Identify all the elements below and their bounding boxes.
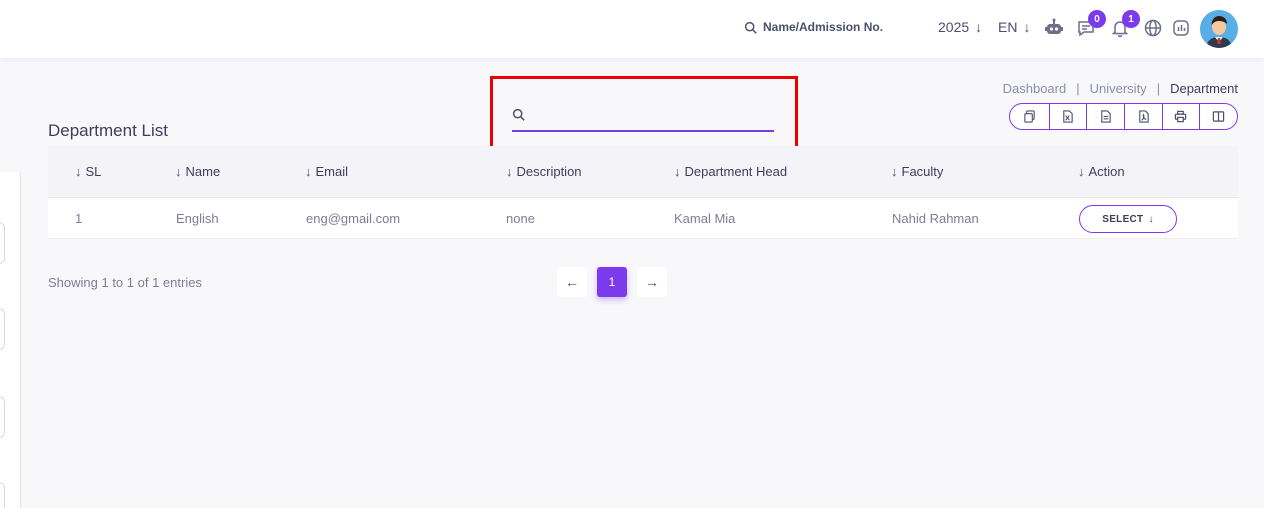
chevron-down-icon: ↓ xyxy=(1023,19,1031,35)
columns-button[interactable] xyxy=(1199,104,1237,129)
breadcrumb-separator: | xyxy=(1076,81,1080,96)
sort-arrow-icon: ↓ xyxy=(674,164,681,179)
chatbot-icon[interactable] xyxy=(1043,17,1065,39)
sort-arrow-icon: ↓ xyxy=(175,164,182,179)
cell-name: English xyxy=(176,210,219,226)
bell-icon[interactable]: 1 xyxy=(1109,10,1140,39)
columns-icon xyxy=(1212,111,1225,122)
sort-arrow-icon: ↓ xyxy=(1078,164,1085,179)
column-label: Name xyxy=(185,164,221,179)
column-action[interactable]: ↓ Action xyxy=(1078,164,1125,179)
print-button[interactable] xyxy=(1161,104,1200,129)
language-selector[interactable]: EN ↓ xyxy=(998,19,1030,35)
search-input[interactable] xyxy=(533,106,763,122)
year-value: 2025 xyxy=(938,19,970,35)
column-email[interactable]: ↓ Email xyxy=(305,164,348,179)
pdf-button[interactable] xyxy=(1123,104,1162,129)
page-title: Department List xyxy=(48,121,168,140)
page-button-current[interactable]: 1 xyxy=(597,267,627,297)
column-faculty[interactable]: ↓ Faculty xyxy=(891,164,943,179)
excel-button[interactable] xyxy=(1048,104,1087,129)
entries-info: Showing 1 to 1 of 1 entries xyxy=(48,275,202,290)
notifications-badge: 1 xyxy=(1122,10,1140,28)
print-icon xyxy=(1175,110,1187,123)
column-sl[interactable]: ↓ SL xyxy=(75,164,101,179)
breadcrumb: Dashboard | University | Department xyxy=(1003,81,1238,96)
sort-arrow-icon: ↓ xyxy=(305,164,312,179)
arrow-right-icon: → xyxy=(645,274,659,290)
export-toolbar xyxy=(1009,103,1238,130)
message-icon[interactable]: 0 xyxy=(1075,10,1106,39)
column-label: Department Head xyxy=(684,164,788,179)
cell-department-head: Kamal Mia xyxy=(674,210,736,226)
pagination: ← 1 → xyxy=(557,267,667,297)
sort-arrow-icon: ↓ xyxy=(75,164,82,179)
column-label: SL xyxy=(85,164,102,179)
column-label: Description xyxy=(516,164,582,179)
global-search[interactable]: Name/Admission No. xyxy=(744,20,883,34)
table-header: ↓ SL ↓ Name ↓ Email ↓ Description ↓ Departmen… xyxy=(48,146,1238,198)
breadcrumb-separator: | xyxy=(1156,81,1161,96)
cell-faculty: Nahid Rahman xyxy=(892,210,979,226)
cell-sl: 1 xyxy=(75,210,83,226)
csv-icon xyxy=(1101,110,1111,123)
avatar[interactable] xyxy=(1200,10,1238,48)
column-department-head[interactable]: ↓ Department Head xyxy=(674,164,787,179)
column-label: Email xyxy=(315,164,349,179)
column-label: Faculty xyxy=(901,164,944,179)
next-page-button[interactable]: → xyxy=(637,267,667,297)
global-search-label: Name/Admission No. xyxy=(763,20,884,34)
chevron-down-icon: ↓ xyxy=(1148,213,1154,225)
chevron-down-icon: ↓ xyxy=(975,19,983,35)
messages-badge: 0 xyxy=(1088,10,1106,28)
language-value: EN xyxy=(998,19,1018,35)
excel-icon xyxy=(1063,110,1074,123)
prev-page-button[interactable]: ← xyxy=(557,267,587,297)
left-panel-card[interactable] xyxy=(0,396,5,438)
breadcrumb-dashboard[interactable]: Dashboard xyxy=(1003,81,1067,96)
left-panel-card[interactable] xyxy=(0,482,5,508)
cell-email: eng@gmail.com xyxy=(306,210,401,226)
select-action-button[interactable]: SELECT ↓ xyxy=(1079,205,1177,233)
left-panel-card[interactable] xyxy=(0,308,5,350)
left-panel xyxy=(0,172,21,508)
copy-icon xyxy=(1024,110,1035,123)
department-table: ↓ SL ↓ Name ↓ Email ↓ Description ↓ Departmen… xyxy=(48,146,1238,239)
select-label: SELECT xyxy=(1102,213,1144,225)
pdf-icon xyxy=(1138,110,1149,123)
search-icon xyxy=(512,108,525,121)
table-search xyxy=(512,98,774,132)
top-header: Name/Admission No. 2025 ↓ EN ↓ 0 1 xyxy=(0,0,1264,58)
sort-arrow-icon: ↓ xyxy=(506,164,513,179)
sort-arrow-icon: ↓ xyxy=(891,164,898,179)
csv-button[interactable] xyxy=(1086,104,1124,129)
copy-button[interactable] xyxy=(1010,104,1049,129)
arrow-left-icon: ← xyxy=(565,274,579,290)
column-name[interactable]: ↓ Name xyxy=(175,164,220,179)
column-label: Action xyxy=(1088,164,1125,179)
globe-icon[interactable] xyxy=(1142,17,1164,39)
chart-icon[interactable] xyxy=(1170,17,1192,39)
table-row: 1 English eng@gmail.com none Kamal Mia N… xyxy=(48,198,1238,239)
left-panel-card[interactable] xyxy=(0,222,5,264)
cell-description: none xyxy=(506,210,535,226)
breadcrumb-university[interactable]: University xyxy=(1090,81,1147,96)
year-selector[interactable]: 2025 ↓ xyxy=(938,19,982,35)
column-description[interactable]: ↓ Description xyxy=(506,164,582,179)
search-icon xyxy=(744,21,757,34)
breadcrumb-department: Department xyxy=(1170,81,1238,96)
